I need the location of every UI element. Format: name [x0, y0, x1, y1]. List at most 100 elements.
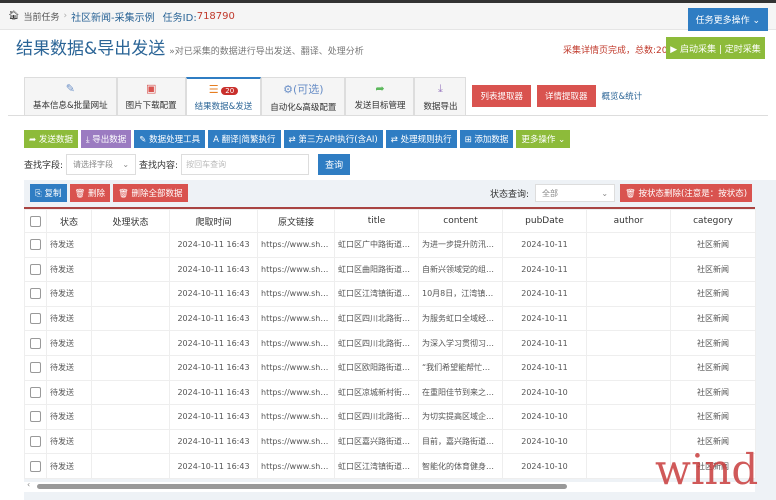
cell-source-link[interactable]: https://www.sh… [257, 330, 335, 356]
home-icon[interactable]: 🏠︎ [8, 11, 19, 21]
row-checkbox[interactable] [24, 232, 47, 258]
cell-source-link[interactable]: https://www.sh… [257, 404, 335, 430]
cell-process-status [91, 330, 170, 356]
row-checkbox[interactable] [24, 281, 47, 307]
overview-stats-link[interactable]: 概览&统计 [602, 90, 643, 102]
tab-label: 自动化&高级配置 [270, 102, 337, 113]
cell-content: 自新兴领域党的组… [418, 256, 503, 283]
page-title: 结果数据&导出发送 [16, 39, 166, 59]
status-select[interactable]: 全部 ⌄ [535, 184, 616, 202]
tab-label: 基本信息&批量网址 [33, 101, 108, 111]
cell-source-link[interactable]: https://www.sh… [257, 428, 335, 455]
table-row[interactable]: 待发送 2024-10-11 16:43 https://www.sh… 虹口区欧阳路… [24, 354, 756, 381]
data-tools-button[interactable]: ✎ 数据处理工具 [134, 130, 206, 148]
scroll-left-icon[interactable]: ‹ [27, 480, 30, 489]
row-checkbox[interactable] [24, 354, 47, 381]
search-input[interactable]: 按回车查询 [181, 154, 310, 175]
export-data-button[interactable]: ⤓ 导出数据 [80, 130, 132, 148]
cell-process-status [91, 281, 170, 307]
column-header[interactable]: title [334, 209, 419, 233]
cell-process-status [91, 256, 170, 283]
delete-by-status-button[interactable]: 🗑 按状态删除(注意是：按状态) [620, 184, 753, 202]
table-row[interactable]: 待发送 2024-10-11 16:43 https://www.sh… 虹口区凉城新… [24, 379, 756, 406]
field-select[interactable]: 请选择字段 ⌄ [66, 154, 137, 175]
table-row[interactable]: 待发送 2024-10-11 16:43 https://www.sh… 虹口区四川北… [24, 330, 756, 356]
select-all-checkbox[interactable] [24, 209, 47, 233]
copy-button[interactable]: ⎘ 复制 [30, 184, 67, 202]
breadcrumb-home[interactable]: 当前任务 [23, 10, 59, 23]
breadcrumb-separator: › [63, 11, 68, 21]
table-row[interactable]: 待发送 2024-10-11 16:43 https://www.sh… 虹口区四川北… [24, 305, 756, 332]
tab-label: 数据导出 [423, 101, 458, 112]
table-row[interactable]: 待发送 2024-10-11 16:43 https://www.sh… 虹口区四川北… [24, 404, 756, 430]
add-data-button[interactable]: ⊞ 添加数据 [459, 130, 514, 148]
tab-image-download[interactable]: ▣ 图片下载配置 [116, 77, 186, 115]
cell-source-link[interactable]: https://www.sh… [257, 379, 335, 406]
column-header[interactable]: content [418, 209, 503, 233]
cell-category: 社区新闻 [670, 281, 756, 307]
watermark-logo: wind [655, 445, 759, 494]
cell-source-link[interactable]: https://www.sh… [257, 232, 335, 258]
row-checkbox[interactable] [24, 379, 47, 406]
row-checkbox[interactable] [24, 453, 47, 479]
horizontal-scrollbar[interactable]: ‹ [24, 480, 755, 492]
tab-automation[interactable]: ⚙(可选) 自动化&高级配置 [261, 77, 346, 115]
row-checkbox[interactable] [24, 428, 47, 455]
table-row[interactable]: 待发送 2024-10-11 16:43 https://www.sh… 虹口区江湾镇… [24, 453, 756, 479]
tab-send-target[interactable]: ➦ 发送目标管理 [345, 77, 415, 115]
cell-source-link[interactable]: https://www.sh… [257, 354, 335, 381]
cell-status: 待发送 [46, 379, 92, 406]
delete-all-button[interactable]: 🗑 删除全部数据 [113, 184, 188, 202]
field-select-value: 请选择字段 [73, 160, 114, 169]
search-button[interactable]: 查询 [318, 154, 351, 175]
start-collect-button[interactable]: ▶ 启动采集 | 定时采集 [666, 37, 765, 59]
column-header[interactable]: 处理状态 [91, 209, 170, 233]
tab-result-data[interactable]: ☰ 20 结果数据&发送 [185, 77, 262, 115]
process-rules-button[interactable]: ⇄ 处理规则执行 [385, 130, 457, 148]
table-row[interactable]: 待发送 2024-10-11 16:43 https://www.sh… 虹口区曲阳路… [24, 256, 756, 283]
row-checkbox[interactable] [24, 404, 47, 430]
column-header[interactable]: pubDate [502, 209, 587, 233]
column-header[interactable]: author [586, 209, 671, 233]
cell-author [586, 404, 671, 430]
toolbar: ➦ 发送数据 ⤓ 导出数据 ✎ 数据处理工具 A 翻译|简繁执行 ⇄ 第三方AP… [24, 130, 571, 148]
table-row[interactable]: 待发送 2024-10-11 16:43 https://www.sh… 虹口区广中路… [24, 232, 756, 258]
tab-basic-info[interactable]: ✎ 基本信息&批量网址 [24, 77, 117, 115]
column-header[interactable]: 原文链接 [257, 209, 335, 233]
count-badge: 20 [221, 86, 239, 95]
list-extractor-button[interactable]: 列表提取器 [472, 85, 531, 107]
cell-author [586, 354, 671, 381]
cell-title: 虹口区欧阳路街道… [334, 354, 419, 381]
task-more-ops-button[interactable]: 任务更多操作 ⌄ [687, 8, 768, 31]
tab-data-export[interactable]: ⤓ 数据导出 [414, 77, 467, 115]
cell-content: 为服务虹口全域经… [418, 305, 503, 332]
cell-source-link[interactable]: https://www.sh… [257, 305, 335, 332]
column-header[interactable]: category [670, 209, 756, 233]
more-actions-button[interactable]: 更多操作 ⌄ [516, 130, 571, 148]
cell-source-link[interactable]: https://www.sh… [257, 453, 335, 479]
column-header[interactable]: 状态 [46, 209, 92, 233]
cell-crawl-time: 2024-10-11 16:43 [169, 305, 258, 332]
collect-status: 采集详情页完成，总数:20 [563, 46, 668, 56]
cell-source-link[interactable]: https://www.sh… [257, 281, 335, 307]
translate-button[interactable]: A 翻译|简繁执行 [208, 130, 281, 148]
breadcrumb-bar: 🏠︎ 当前任务 › 社区新闻-采集示例 任务ID: 718790 任务更多操作 ⌄ [0, 0, 776, 31]
cell-status: 待发送 [46, 354, 92, 381]
table-row[interactable]: 待发送 2024-10-11 16:43 https://www.sh… 虹口区嘉兴路… [24, 428, 756, 455]
cell-source-link[interactable]: https://www.sh… [257, 256, 335, 283]
row-checkbox[interactable] [24, 305, 47, 332]
send-data-button[interactable]: ➦ 发送数据 [24, 130, 78, 148]
detail-extractor-button[interactable]: 详情提取器 [536, 85, 596, 107]
row-checkbox[interactable] [24, 256, 47, 283]
column-header[interactable]: 爬取时间 [169, 209, 258, 233]
delete-button[interactable]: 🗑 删除 [69, 184, 111, 202]
cell-crawl-time: 2024-10-11 16:43 [169, 453, 258, 479]
search-bar: 查找字段: 请选择字段 ⌄ 查找内容: 按回车查询 查询 [24, 154, 351, 175]
cell-content: 为深入学习贯彻习… [418, 330, 503, 356]
breadcrumb-task[interactable]: 社区新闻-采集示例 [71, 9, 155, 24]
table-row[interactable]: 待发送 2024-10-11 16:43 https://www.sh… 虹口区江湾镇… [24, 281, 756, 307]
scrollbar-thumb[interactable] [37, 484, 567, 489]
row-checkbox[interactable] [24, 330, 47, 356]
third-party-api-button[interactable]: ⇄ 第三方API执行(含AI) [283, 130, 383, 148]
cell-author [586, 379, 671, 406]
